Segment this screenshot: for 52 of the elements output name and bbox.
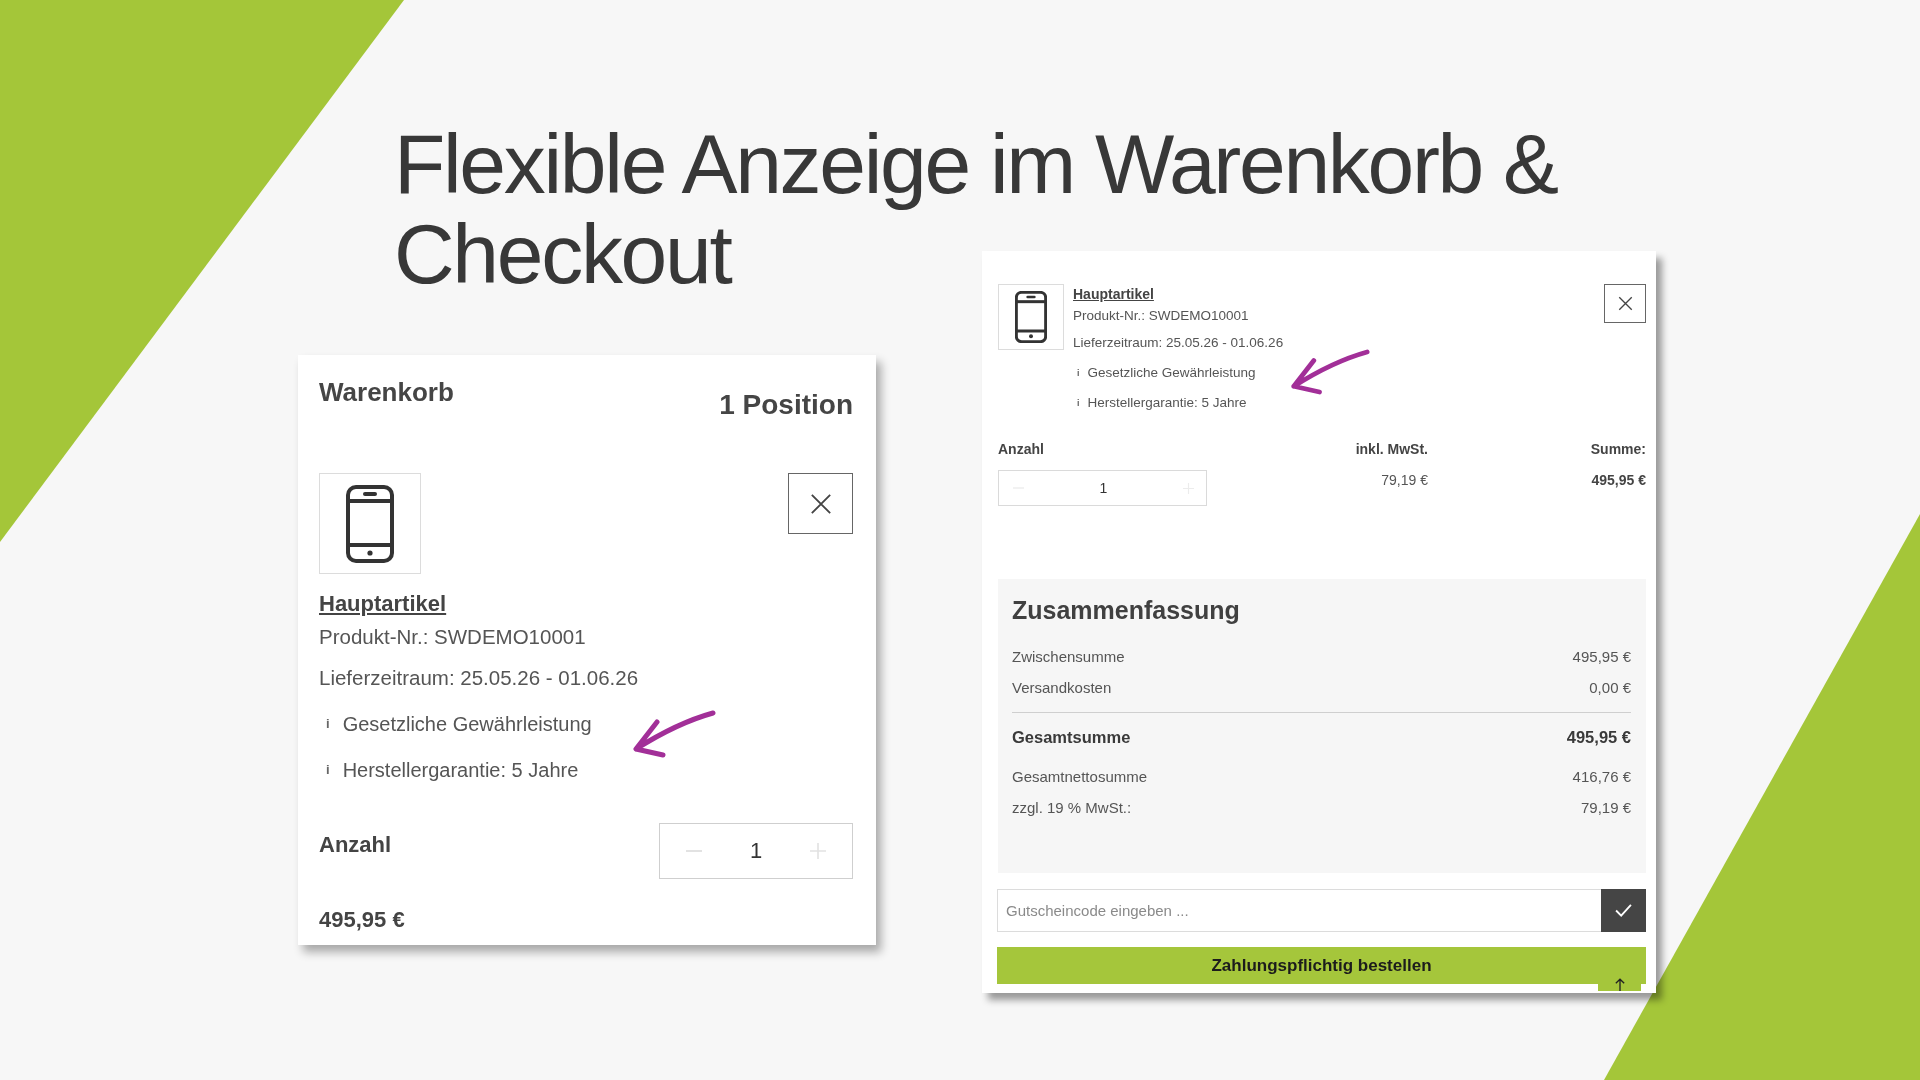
product-link[interactable]: Hauptartikel <box>1073 285 1154 303</box>
quantity-field[interactable]: 1 <box>659 823 853 879</box>
summary-label: Gesamtsumme <box>1012 727 1131 748</box>
tax-amount: 79,19 € <box>1381 471 1428 489</box>
curved-arrow-icon <box>1290 348 1370 396</box>
close-icon <box>809 492 832 515</box>
summary-value: 79,19 € <box>1580 798 1631 818</box>
quantity-label: Anzahl <box>319 832 392 858</box>
info-text: Gesetzliche Gewährleistung <box>342 712 592 737</box>
summary-label: zzgl. 19 % MwSt.: <box>1012 798 1132 818</box>
remove-button[interactable] <box>788 473 853 534</box>
info-text: Gesetzliche Gewährleistung <box>1087 364 1256 382</box>
slide-title: Flexible Anzeige im Warenkorb & <box>394 119 1557 209</box>
position-count: 1 Position <box>719 388 853 421</box>
plus-icon <box>810 843 826 859</box>
smartphone-icon <box>1015 291 1047 343</box>
summary-value: 495,95 € <box>1566 727 1631 748</box>
product-detail: Produkt-Nr.: SWDEMO10001 <box>319 624 586 650</box>
product-link[interactable]: Hauptartikel <box>319 591 447 617</box>
summary-label: Zwischensumme <box>1012 647 1125 667</box>
column-header: Summe: <box>1590 440 1646 458</box>
summary-label: Gesamtnettosumme <box>1012 767 1148 787</box>
info-text: Herstellergarantie: 5 Jahre <box>1087 394 1247 412</box>
apply-voucher-button[interactable] <box>1601 889 1646 932</box>
arrow-up-icon <box>1614 978 1625 991</box>
summary-value: 495,95 € <box>1572 647 1631 667</box>
voucher-field[interactable]: Gutscheincode eingeben ... <box>997 889 1601 932</box>
summary-label: Versandkosten <box>1012 678 1112 698</box>
summary-title: Zusammenfassung <box>1012 595 1240 625</box>
info-text: Herstellergarantie: 5 Jahre <box>342 758 579 783</box>
product-detail: Lieferzeitraum: 25.05.26 - 01.06.26 <box>1073 334 1284 352</box>
summary-value: 0,00 € <box>1589 678 1631 698</box>
info-icon: i <box>326 762 330 778</box>
summary-value: 416,76 € <box>1572 767 1631 787</box>
product-detail: Lieferzeitraum: 25.05.26 - 01.06.26 <box>319 665 639 691</box>
column-header: Anzahl <box>998 440 1044 458</box>
smartphone-icon <box>346 484 394 563</box>
info-icon: i <box>1077 367 1080 379</box>
check-icon <box>1615 904 1632 917</box>
slide-title: Checkout <box>394 209 731 299</box>
info-icon: i <box>1077 397 1080 409</box>
product-detail: Produkt-Nr.: SWDEMO10001 <box>1073 307 1249 325</box>
curved-arrow-icon <box>632 709 716 759</box>
close-icon <box>1617 296 1633 311</box>
column-header: inkl. MwSt. <box>1355 440 1428 458</box>
cart-title: Warenkorb <box>319 377 454 408</box>
line-total: 495,95 € <box>1591 471 1646 489</box>
info-icon: i <box>326 716 330 732</box>
price: 495,95 € <box>319 907 405 933</box>
remove-button[interactable] <box>1604 284 1646 323</box>
order-button[interactable]: Zahlungspflichtig bestellen <box>997 947 1646 984</box>
quantity-field[interactable]: 1 <box>998 470 1207 506</box>
